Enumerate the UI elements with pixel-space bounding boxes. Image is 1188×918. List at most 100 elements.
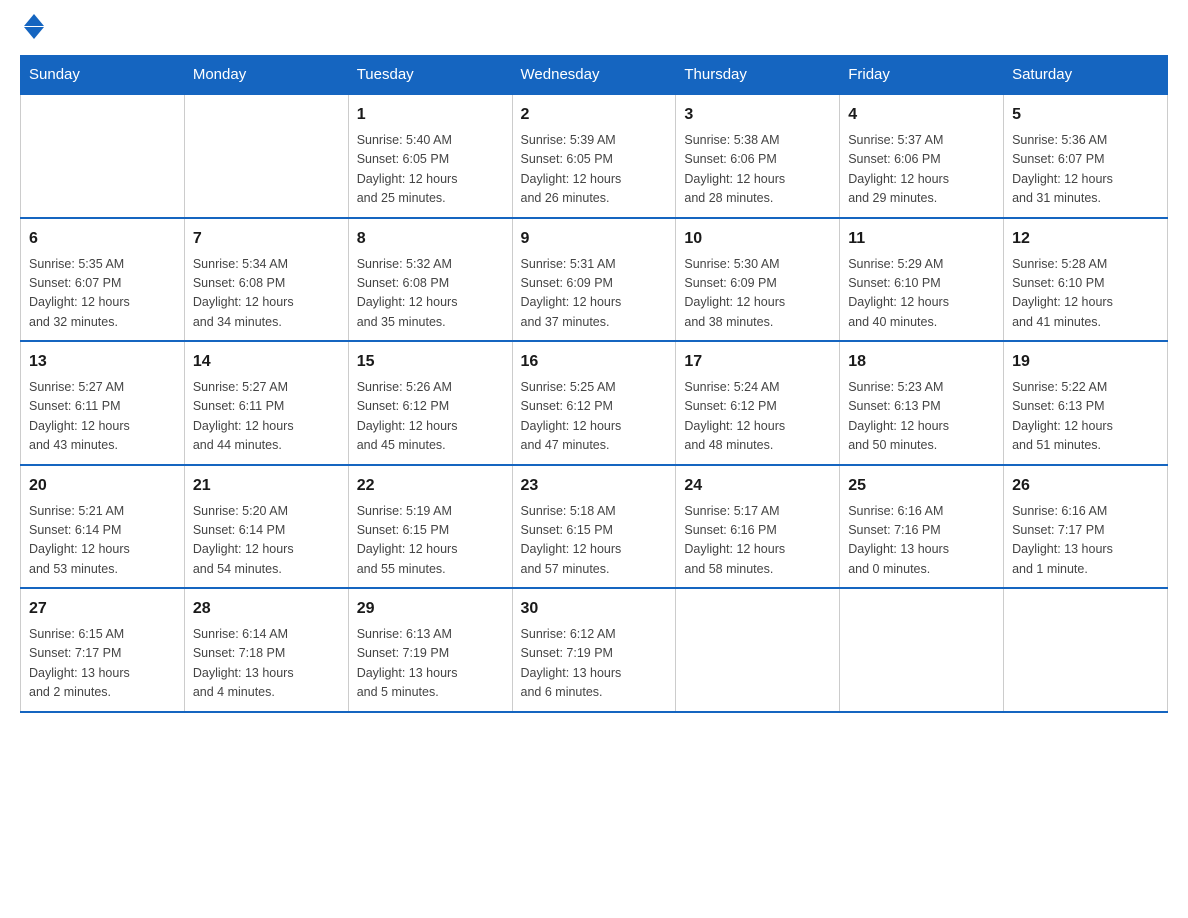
day-number: 9 [521,227,668,251]
calendar-cell: 2 Sunrise: 5:39 AMSunset: 6:05 PMDaylight… [512,94,676,218]
day-info: Sunrise: 6:14 AMSunset: 7:18 PMDaylight:… [193,625,340,703]
calendar-cell: 10 Sunrise: 5:30 AMSunset: 6:09 PMDayligh… [676,218,840,342]
day-info: Sunrise: 5:22 AMSunset: 6:13 PMDaylight:… [1012,378,1159,456]
calendar-cell: 4Sunrise: 5:37 AMSunset: 6:06 PMDaylight… [840,94,1004,218]
calendar-week-1: 1 Sunrise: 5:40 AMSunset: 6:05 PMDaylight… [21,94,1168,218]
day-number: 26 [1012,474,1159,498]
calendar-week-2: 6 Sunrise: 5:35 AMSunset: 6:07 PMDaylight… [21,218,1168,342]
day-number: 12 [1012,227,1159,251]
day-number: 2 [521,103,668,127]
calendar-cell: 5 Sunrise: 5:36 AMSunset: 6:07 PMDaylight… [1004,94,1168,218]
day-info: Sunrise: 5:27 AMSunset: 6:11 PMDaylight:… [29,378,176,456]
calendar-cell: 29 Sunrise: 6:13 AMSunset: 7:19 PMDayligh… [348,588,512,712]
day-info: Sunrise: 5:25 AMSunset: 6:12 PMDaylight:… [521,378,668,456]
day-number: 11 [848,227,995,251]
day-info: Sunrise: 5:39 AMSunset: 6:05 PMDaylight:… [521,131,668,209]
day-number: 4 [848,103,995,127]
day-number: 29 [357,597,504,621]
day-number: 3 [684,103,831,127]
day-info: Sunrise: 6:12 AMSunset: 7:19 PMDaylight:… [521,625,668,703]
day-info: Sunrise: 6:16 AMSunset: 7:17 PMDaylight:… [1012,502,1159,580]
day-info: Sunrise: 5:35 AMSunset: 6:07 PMDaylight:… [29,255,176,333]
calendar-cell: 22 Sunrise: 5:19 AMSunset: 6:15 PMDayligh… [348,465,512,589]
day-info: Sunrise: 5:28 AMSunset: 6:10 PMDaylight:… [1012,255,1159,333]
calendar-week-5: 27Sunrise: 6:15 AMSunset: 7:17 PMDayligh… [21,588,1168,712]
calendar-cell: 30 Sunrise: 6:12 AMSunset: 7:19 PMDayligh… [512,588,676,712]
calendar-cell: 6 Sunrise: 5:35 AMSunset: 6:07 PMDaylight… [21,218,185,342]
day-number: 7 [193,227,340,251]
calendar-cell: 3 Sunrise: 5:38 AMSunset: 6:06 PMDaylight… [676,94,840,218]
calendar-header-wednesday: Wednesday [512,56,676,95]
calendar-header-saturday: Saturday [1004,56,1168,95]
calendar-cell: 20Sunrise: 5:21 AMSunset: 6:14 PMDayligh… [21,465,185,589]
day-info: Sunrise: 5:30 AMSunset: 6:09 PMDaylight:… [684,255,831,333]
day-number: 8 [357,227,504,251]
calendar-cell: 12 Sunrise: 5:28 AMSunset: 6:10 PMDayligh… [1004,218,1168,342]
calendar-cell: 1 Sunrise: 5:40 AMSunset: 6:05 PMDaylight… [348,94,512,218]
calendar-cell: 18Sunrise: 5:23 AMSunset: 6:13 PMDayligh… [840,341,1004,465]
day-number: 22 [357,474,504,498]
day-number: 17 [684,350,831,374]
day-number: 20 [29,474,176,498]
calendar-cell [1004,588,1168,712]
day-info: Sunrise: 6:15 AMSunset: 7:17 PMDaylight:… [29,625,176,703]
calendar-cell: 9 Sunrise: 5:31 AMSunset: 6:09 PMDaylight… [512,218,676,342]
calendar-cell: 26 Sunrise: 6:16 AMSunset: 7:17 PMDayligh… [1004,465,1168,589]
calendar-cell [840,588,1004,712]
day-number: 30 [521,597,668,621]
logo-text-group [20,20,44,35]
day-number: 18 [848,350,995,374]
day-number: 6 [29,227,176,251]
day-number: 15 [357,350,504,374]
calendar-cell: 13 Sunrise: 5:27 AMSunset: 6:11 PMDayligh… [21,341,185,465]
day-number: 16 [521,350,668,374]
day-number: 19 [1012,350,1159,374]
calendar-table: SundayMondayTuesdayWednesdayThursdayFrid… [20,55,1168,713]
day-info: Sunrise: 5:34 AMSunset: 6:08 PMDaylight:… [193,255,340,333]
day-number: 13 [29,350,176,374]
calendar-cell: 24 Sunrise: 5:17 AMSunset: 6:16 PMDayligh… [676,465,840,589]
calendar-cell: 17 Sunrise: 5:24 AMSunset: 6:12 PMDayligh… [676,341,840,465]
day-info: Sunrise: 5:31 AMSunset: 6:09 PMDaylight:… [521,255,668,333]
day-number: 1 [357,103,504,127]
calendar-header-tuesday: Tuesday [348,56,512,95]
day-info: Sunrise: 5:24 AMSunset: 6:12 PMDaylight:… [684,378,831,456]
day-info: Sunrise: 5:18 AMSunset: 6:15 PMDaylight:… [521,502,668,580]
logo [20,20,44,35]
day-number: 28 [193,597,340,621]
day-number: 21 [193,474,340,498]
day-info: Sunrise: 6:13 AMSunset: 7:19 PMDaylight:… [357,625,504,703]
calendar-cell: 8 Sunrise: 5:32 AMSunset: 6:08 PMDaylight… [348,218,512,342]
calendar-cell: 7 Sunrise: 5:34 AMSunset: 6:08 PMDaylight… [184,218,348,342]
calendar-cell: 28 Sunrise: 6:14 AMSunset: 7:18 PMDayligh… [184,588,348,712]
calendar-cell: 19 Sunrise: 5:22 AMSunset: 6:13 PMDayligh… [1004,341,1168,465]
calendar-cell: 16 Sunrise: 5:25 AMSunset: 6:12 PMDayligh… [512,341,676,465]
page-header [20,20,1168,35]
day-number: 5 [1012,103,1159,127]
day-number: 24 [684,474,831,498]
day-info: Sunrise: 5:27 AMSunset: 6:11 PMDaylight:… [193,378,340,456]
calendar-cell [21,94,185,218]
day-info: Sunrise: 5:20 AMSunset: 6:14 PMDaylight:… [193,502,340,580]
day-info: Sunrise: 5:19 AMSunset: 6:15 PMDaylight:… [357,502,504,580]
calendar-cell: 14Sunrise: 5:27 AMSunset: 6:11 PMDayligh… [184,341,348,465]
day-number: 10 [684,227,831,251]
day-number: 23 [521,474,668,498]
day-info: Sunrise: 5:26 AMSunset: 6:12 PMDaylight:… [357,378,504,456]
calendar-header-friday: Friday [840,56,1004,95]
calendar-header-thursday: Thursday [676,56,840,95]
day-info: Sunrise: 5:17 AMSunset: 6:16 PMDaylight:… [684,502,831,580]
calendar-header-monday: Monday [184,56,348,95]
calendar-cell: 27Sunrise: 6:15 AMSunset: 7:17 PMDayligh… [21,588,185,712]
day-info: Sunrise: 5:38 AMSunset: 6:06 PMDaylight:… [684,131,831,209]
day-info: Sunrise: 5:36 AMSunset: 6:07 PMDaylight:… [1012,131,1159,209]
calendar-week-3: 13 Sunrise: 5:27 AMSunset: 6:11 PMDayligh… [21,341,1168,465]
day-info: Sunrise: 5:32 AMSunset: 6:08 PMDaylight:… [357,255,504,333]
day-info: Sunrise: 6:16 AMSunset: 7:16 PMDaylight:… [848,502,995,580]
calendar-week-4: 20Sunrise: 5:21 AMSunset: 6:14 PMDayligh… [21,465,1168,589]
calendar-header-row: SundayMondayTuesdayWednesdayThursdayFrid… [21,56,1168,95]
day-info: Sunrise: 5:40 AMSunset: 6:05 PMDaylight:… [357,131,504,209]
calendar-cell [184,94,348,218]
calendar-cell: 25Sunrise: 6:16 AMSunset: 7:16 PMDayligh… [840,465,1004,589]
calendar-cell: 11Sunrise: 5:29 AMSunset: 6:10 PMDayligh… [840,218,1004,342]
